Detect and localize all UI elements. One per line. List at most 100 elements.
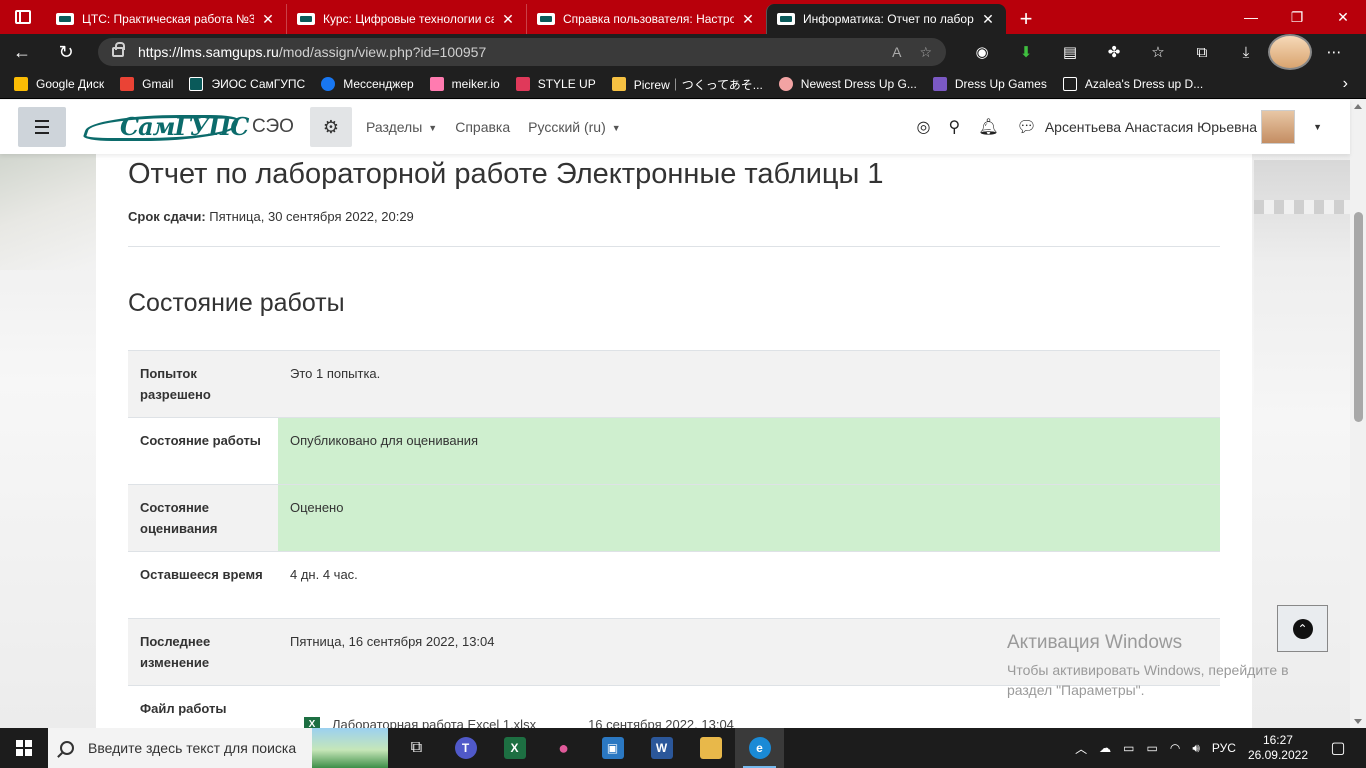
collections-icon[interactable]: ⧉ [1180, 34, 1224, 70]
bookmark-item[interactable]: Dress Up Games [932, 77, 1047, 91]
bookmark-item[interactable]: Azalea's Dress up D... [1062, 77, 1203, 91]
excel-button[interactable]: X [490, 728, 539, 768]
bookmark-label: Newest Dress Up G... [800, 77, 917, 91]
close-window-icon[interactable]: ✕ [1320, 0, 1366, 34]
onedrive-icon[interactable]: ☁ [1099, 741, 1111, 755]
teams-button[interactable]: T [441, 728, 490, 768]
bookmark-item[interactable]: meiker.io [429, 77, 500, 91]
nav-sections-menu[interactable]: Разделы ▼ [366, 119, 437, 135]
page-scrollbar[interactable] [1350, 100, 1366, 728]
more-menu-icon[interactable]: ⋯ [1312, 34, 1356, 70]
background-image [0, 150, 100, 270]
lock-icon[interactable] [112, 42, 125, 57]
add-favorite-icon[interactable]: ☆ [919, 44, 932, 61]
minimize-icon[interactable]: — [1228, 0, 1274, 34]
row-label: Состояние работы [128, 417, 278, 485]
file-link[interactable]: Лабораторная работа Excel 1.xlsx [332, 714, 536, 728]
restore-icon[interactable]: ❐ [1274, 0, 1320, 34]
web-page: СамГУПС СЭО ⚙ Разделы ▼ Справка Русский (… [0, 100, 1366, 728]
favorites-icon[interactable]: ☆ [1136, 34, 1180, 70]
address-bar-actions: A ☆ [892, 44, 932, 61]
scroll-down-icon[interactable] [1354, 719, 1362, 724]
chevron-right-icon[interactable]: › [1343, 75, 1348, 93]
tab-actions-icon [15, 10, 31, 24]
site-logo[interactable]: СамГУПС СЭО [81, 110, 294, 144]
bookmark-item[interactable]: Gmail [120, 77, 173, 91]
start-button[interactable] [0, 728, 48, 768]
edge-icon: e [748, 737, 771, 759]
section-title: Состояние работы [128, 289, 345, 317]
photos-button[interactable]: ▣ [588, 728, 637, 768]
edge-button[interactable]: e [735, 728, 784, 768]
bookmark-label: STYLE UP [537, 77, 596, 91]
downloads-icon[interactable]: ⤓ [1224, 34, 1268, 70]
search-icon[interactable]: ⚲ [948, 117, 960, 137]
meet-now-icon[interactable]: ▭ [1123, 741, 1134, 755]
taskbar-search[interactable]: Введите здесь текст для поиска [48, 728, 388, 768]
scrollbar-thumb[interactable] [1354, 212, 1363, 422]
bookmark-item[interactable]: STYLE UP [515, 77, 596, 91]
bookmark-item[interactable]: Newest Dress Up G... [778, 77, 917, 91]
new-tab-button[interactable]: + [1006, 4, 1046, 34]
chevron-up-icon[interactable]: ︿ [1075, 740, 1087, 757]
download-extension-icon[interactable]: ⬇ [1004, 34, 1048, 70]
browser-tab[interactable]: Справка пользователя: Настрой ✕ [526, 4, 766, 34]
address-bar[interactable]: https://lms.samgups.ru/mod/assign/view.p… [98, 38, 946, 66]
accessibility-eye-icon[interactable]: ◎ [917, 117, 931, 137]
close-tab-icon[interactable]: ✕ [740, 11, 756, 28]
row-label: Оставшееся время [128, 551, 278, 619]
paint-button[interactable]: ● [539, 728, 588, 768]
browser-tab[interactable]: ЦТС: Практическая работа №3 ✕ [46, 4, 286, 34]
user-name[interactable]: Арсентьева Анастасия Юрьевна [1045, 119, 1257, 135]
close-tab-icon[interactable]: ✕ [500, 11, 516, 28]
clock-date: 26.09.2022 [1247, 748, 1308, 762]
chat-icon[interactable]: 💬︎ [1017, 117, 1037, 137]
notifications-icon[interactable]: ▢ [1320, 738, 1356, 758]
vpn-globe-icon[interactable]: ◉ [960, 34, 1004, 70]
user-menu-caret-icon[interactable]: ▼ [1313, 122, 1322, 132]
google-drive-icon [14, 77, 28, 91]
browser-tab-active[interactable]: Информатика: Отчет по лабора ✕ [766, 4, 1006, 34]
bookmark-item[interactable]: Мессенджер [321, 77, 414, 91]
extension-icon[interactable]: ▤ [1048, 34, 1092, 70]
bookmark-item[interactable]: ЭИОС СамГУПС [189, 77, 305, 91]
bell-icon[interactable]: 🔔︎ [978, 117, 998, 137]
browser-tab[interactable]: Курс: Цифровые технологии са ✕ [286, 4, 526, 34]
read-aloud-icon[interactable]: A [892, 44, 901, 61]
back-arrow-icon[interactable]: ← [0, 34, 44, 70]
background-image [1254, 160, 1352, 420]
volume-icon[interactable]: 🔊︎ [1192, 741, 1200, 756]
samgups-logo: СамГУПС [81, 110, 249, 144]
row-label: Файл работы [128, 685, 278, 728]
clock-time: 16:27 [1262, 733, 1293, 747]
gear-icon[interactable]: ⚙ [309, 107, 352, 147]
bookmark-item[interactable]: Picrew｜つくってあそ... [611, 76, 763, 93]
clock[interactable]: 16:27 26.09.2022 [1248, 733, 1308, 763]
task-view-button[interactable]: ⧉ [392, 728, 441, 768]
site-favicon-icon [777, 13, 795, 25]
close-tab-icon[interactable]: ✕ [980, 11, 996, 28]
scroll-up-icon[interactable] [1354, 104, 1362, 109]
page-icon [1062, 77, 1077, 91]
close-tab-icon[interactable]: ✕ [260, 11, 276, 28]
tab-actions-button[interactable] [0, 0, 46, 34]
search-highlight-image [312, 728, 388, 768]
language-menu[interactable]: Русский (ru) ▼ [528, 119, 621, 135]
teams-icon: T [454, 737, 477, 759]
table-row: Попыток разрешено Это 1 попытка. [128, 350, 1220, 418]
word-button[interactable]: W [637, 728, 686, 768]
menu-toggle-button[interactable] [18, 107, 66, 147]
battery-icon[interactable]: ▭ [1147, 741, 1158, 755]
file-explorer-button[interactable]: ▬ [686, 728, 735, 768]
bookmark-item[interactable]: Google Диск [14, 77, 104, 91]
wifi-icon[interactable]: ◠ [1170, 741, 1180, 755]
reload-icon[interactable]: ↻ [44, 34, 88, 70]
language-indicator[interactable]: РУС [1212, 741, 1236, 755]
profile-avatar-button[interactable] [1268, 34, 1312, 70]
extensions-puzzle-icon[interactable]: ✤ [1092, 34, 1136, 70]
avatar[interactable] [1261, 110, 1296, 144]
table-row: Состояние оценивания Оценено [128, 484, 1220, 552]
nav-help-link[interactable]: Справка [455, 119, 510, 135]
bookmark-label: meiker.io [451, 77, 500, 91]
bookmark-label: Google Диск [36, 77, 105, 91]
